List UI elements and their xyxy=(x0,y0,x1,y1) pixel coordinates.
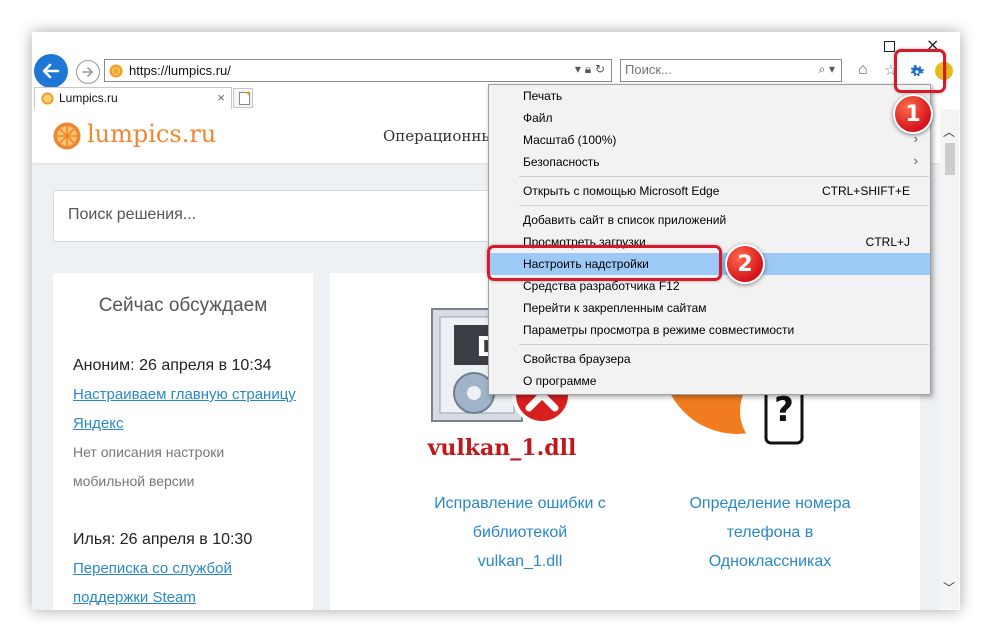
comment-author: Аноним: 26 апреля в 10:34 xyxy=(73,357,272,374)
tab-close-icon[interactable]: × xyxy=(217,90,225,105)
address-url: https://lumpics.ru/ xyxy=(129,63,231,78)
menu-item-print[interactable]: Печать xyxy=(489,85,930,107)
menu-item-add-site-apps[interactable]: Добавить сайт в список приложений xyxy=(489,209,930,231)
arrow-left-icon xyxy=(42,63,60,79)
comment-link[interactable]: Настраиваем главную страницу xyxy=(73,386,296,403)
forward-button[interactable] xyxy=(76,60,100,84)
new-tab-button[interactable]: ✦ xyxy=(233,88,253,108)
menu-item-internet-options[interactable]: Свойства браузера xyxy=(489,348,930,370)
submenu-arrow-icon: › xyxy=(913,153,918,168)
discussion-title: Сейчас обсуждаем xyxy=(98,295,268,316)
comment-text: мобильной версии xyxy=(73,473,195,489)
orange-favicon-icon xyxy=(109,64,123,78)
article-title-line[interactable]: Одноклассниках xyxy=(640,547,900,576)
menu-item-zoom[interactable]: Масштаб (100%) › xyxy=(489,129,930,151)
tools-menu: Печать Файл› Масштаб (100%)› Безопасност… xyxy=(488,84,931,395)
nav-item-os[interactable]: Операционны xyxy=(383,127,493,145)
article-title[interactable]: Определение номера телефона в Одноклассн… xyxy=(640,489,900,576)
step-badge-2: 2 xyxy=(725,244,765,284)
article-title-line[interactable]: телефона в xyxy=(640,518,900,547)
menu-separator xyxy=(519,344,929,345)
step-badge-1: 1 xyxy=(893,94,933,134)
menu-item-pinned-sites[interactable]: Перейти к закрепленным сайтам xyxy=(489,297,930,319)
menu-separator xyxy=(519,205,929,206)
address-bar-icons[interactable]: ▾ 🔒︎ ↻ xyxy=(575,62,605,77)
maximize-button[interactable] xyxy=(884,41,895,52)
search-dropdown-icon[interactable]: ⌕ ▾ xyxy=(818,62,835,77)
menu-item-compat-view[interactable]: Параметры просмотра в режиме совместимос… xyxy=(489,319,930,341)
scroll-thumb[interactable] xyxy=(945,143,955,175)
menu-separator xyxy=(519,176,929,177)
comment-text: Нет описания настроки xyxy=(73,444,225,460)
scroll-up-icon[interactable]: ︿ xyxy=(943,123,955,140)
search-box[interactable]: ⌕ ▾ xyxy=(620,59,842,82)
sparkle-icon: ✦ xyxy=(245,89,252,98)
browser-tab[interactable]: Lumpics.ru × xyxy=(34,87,232,109)
vertical-scrollbar[interactable]: ︿ ﹀ xyxy=(940,109,959,609)
callout-box-addons xyxy=(487,245,722,281)
home-icon[interactable]: ⌂ xyxy=(858,61,868,79)
site-search-input[interactable] xyxy=(68,206,468,224)
back-button[interactable] xyxy=(34,54,68,88)
comment-link[interactable]: поддержки Steam xyxy=(73,589,196,606)
comment-author: Илья: 26 апреля в 10:30 xyxy=(73,531,253,548)
site-name[interactable]: lumpics.ru xyxy=(87,120,216,148)
menu-item-about[interactable]: О программе xyxy=(489,370,930,392)
arrow-right-icon xyxy=(82,67,93,77)
address-bar[interactable]: https://lumpics.ru/ ▾ 🔒︎ ↻ xyxy=(104,59,612,82)
menu-item-file[interactable]: Файл› xyxy=(489,107,930,129)
comment-link[interactable]: Переписка со службой xyxy=(73,560,232,577)
orange-logo-icon[interactable] xyxy=(53,122,81,150)
svg-text:?: ? xyxy=(774,390,794,430)
article-title-line[interactable]: библиотекой xyxy=(390,518,650,547)
article-title-line[interactable]: vulkan_1.dll xyxy=(390,547,650,576)
search-input[interactable] xyxy=(625,62,775,77)
scroll-down-icon[interactable]: ﹀ xyxy=(943,579,955,596)
tab-label: Lumpics.ru xyxy=(59,91,118,105)
callout-box-gear xyxy=(894,49,946,93)
comment-item: Аноним: 26 апреля в 10:34 Настраиваем гл… xyxy=(73,351,303,496)
comment-link[interactable]: Яндекс xyxy=(73,415,123,432)
dll-image-caption: vulkan_1.dll xyxy=(427,435,577,461)
comment-item: Илья: 26 апреля в 10:30 Переписка со слу… xyxy=(73,525,303,610)
article-title-line[interactable]: Исправление ошибки с xyxy=(390,489,650,518)
article-title[interactable]: Исправление ошибки с библиотекой vulkan_… xyxy=(390,489,650,576)
article-title-line[interactable]: Определение номера xyxy=(640,489,900,518)
menu-item-open-edge[interactable]: Открыть с помощью Microsoft Edge CTRL+SHI… xyxy=(489,180,930,202)
discussion-card: Сейчас обсуждаем Аноним: 26 апреля в 10:… xyxy=(53,273,313,610)
site-search[interactable] xyxy=(53,190,513,242)
menu-item-security[interactable]: Безопасность › xyxy=(489,151,930,173)
orange-favicon-icon xyxy=(41,92,54,105)
